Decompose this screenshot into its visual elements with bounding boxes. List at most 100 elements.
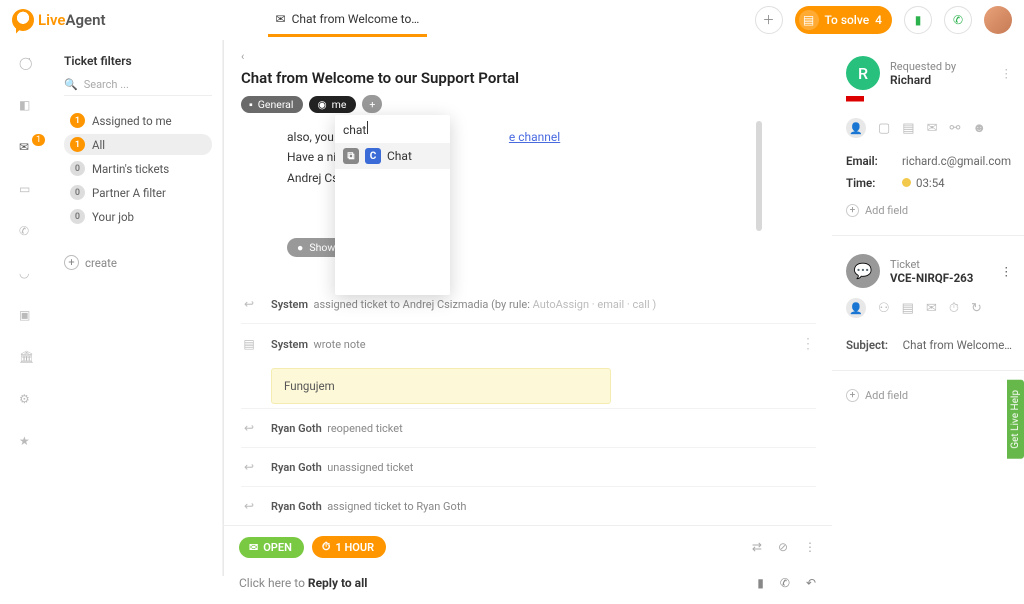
- ticket-menu[interactable]: ⋮: [1001, 264, 1013, 278]
- filter-yourjob[interactable]: 0Your job: [64, 206, 212, 227]
- clock-icon[interactable]: ⏱: [949, 301, 959, 316]
- star-icon[interactable]: ★: [19, 434, 37, 452]
- tag-icon[interactable]: ▤: [902, 121, 914, 136]
- folder-icon[interactable]: ▢: [878, 121, 890, 136]
- status-chat-icon[interactable]: ▮: [904, 6, 932, 34]
- more-icon[interactable]: ⋮: [804, 540, 816, 554]
- user-avatar[interactable]: [984, 6, 1012, 34]
- add-field-button-2[interactable]: +Add field: [846, 389, 1012, 402]
- dd-icon-a: ⧉: [343, 148, 359, 164]
- ticket-panel: ‹ Chat from Welcome to our Support Porta…: [222, 40, 832, 576]
- face-icon[interactable]: ☻: [972, 120, 986, 136]
- search-placeholder: Search ...: [84, 78, 129, 91]
- event-row: ↩Ryan Goth reopened ticket: [241, 408, 816, 447]
- person2-icon[interactable]: 👤: [846, 298, 866, 318]
- group-icon[interactable]: ⚇: [878, 301, 890, 316]
- link-icon[interactable]: ⚯: [950, 121, 961, 136]
- filter-list: 1Assigned to me 1All 0Martin's tickets 0…: [64, 110, 212, 227]
- get-live-help[interactable]: Get Live Help: [1007, 380, 1024, 459]
- apps-icon[interactable]: ◧: [19, 98, 37, 116]
- solve-label: To solve: [825, 13, 870, 27]
- top-bar: LiveAgent ✉ Chat from Welcome to… ＋ ▤ To…: [0, 0, 1024, 40]
- email-value: richard.c@gmail.com: [902, 154, 1011, 168]
- tag-add[interactable]: +: [362, 95, 382, 113]
- ticket-tags: ▪ General ◉ me +: [241, 95, 816, 113]
- filter-assigned[interactable]: 1Assigned to me: [64, 110, 212, 131]
- tag2-icon[interactable]: ▤: [902, 301, 914, 316]
- scroll-indicator[interactable]: [756, 121, 762, 231]
- add-button[interactable]: ＋: [755, 6, 783, 34]
- note-icon[interactable]: ▮: [757, 576, 764, 590]
- reply-area[interactable]: Click here to Reply to all ▮ ✆ ↶: [239, 576, 816, 590]
- solve-count: 4: [875, 13, 882, 27]
- filters-title: Ticket filters: [64, 54, 212, 68]
- mail3-icon[interactable]: ✉: [926, 301, 937, 316]
- requester-avatar[interactable]: R: [846, 56, 880, 90]
- person-icon[interactable]: 👤: [846, 118, 866, 138]
- tag-dropdown: chat ⧉ C Chat: [335, 115, 450, 295]
- event-note: Fungujem: [271, 368, 611, 404]
- logo-text-b: Agent: [66, 11, 106, 29]
- country-flag: [846, 96, 864, 107]
- status-hour[interactable]: ⏱ 1 HOUR: [312, 536, 386, 558]
- chat-icon[interactable]: ▭: [19, 182, 37, 200]
- event-row: ↩System assigned ticket to Andrej Csizma…: [241, 285, 816, 323]
- requester-menu[interactable]: ⋮: [1001, 66, 1013, 80]
- dd-icon-b: C: [365, 148, 381, 164]
- subject-value: Chat from Welcome…: [903, 338, 1012, 352]
- filters-sidebar: Ticket filters 🔍 Search ... 1Assigned to…: [56, 40, 222, 576]
- email-label: Email:: [846, 154, 902, 168]
- search-icon: 🔍: [64, 78, 78, 91]
- add-field-button[interactable]: +Add field: [846, 204, 1012, 217]
- filter-martin[interactable]: 0Martin's tickets: [64, 158, 212, 179]
- check-icon[interactable]: ⊘: [778, 540, 788, 554]
- history-icon[interactable]: ↻: [971, 301, 982, 316]
- ticket-label: Ticket: [890, 258, 973, 271]
- time-label: Time:: [846, 176, 902, 190]
- ticket-id: VCE-NIRQF-263: [890, 271, 973, 285]
- time-value: 03:54: [916, 176, 945, 190]
- create-filter[interactable]: +create: [64, 255, 212, 270]
- event-row: ↩Ryan Goth assigned ticket to Ryan Goth: [241, 486, 816, 525]
- solve-icon: ▤: [799, 10, 819, 30]
- active-tab[interactable]: ✉ Chat from Welcome to…: [268, 2, 428, 37]
- calls-icon[interactable]: ✆: [19, 224, 37, 242]
- channel-link[interactable]: e channel: [509, 130, 560, 144]
- forward-icon[interactable]: ↶: [806, 576, 816, 590]
- subject-label: Subject:: [846, 338, 902, 352]
- ticket-title: Chat from Welcome to our Support Portal: [241, 69, 816, 87]
- dashboard-icon[interactable]: ◯̇: [19, 56, 37, 74]
- tab-title: Chat from Welcome to…: [292, 12, 420, 26]
- mail2-icon[interactable]: ✉: [927, 121, 938, 136]
- logo[interactable]: LiveAgent: [12, 9, 106, 31]
- requester-block: R Requested by Richard ⋮: [846, 56, 1012, 90]
- tag-dropdown-input[interactable]: chat: [335, 115, 450, 143]
- to-solve-button[interactable]: ▤ To solve 4: [795, 6, 892, 34]
- requester-name: Richard: [890, 73, 956, 87]
- org-icon[interactable]: 🏛: [19, 350, 37, 368]
- tag-dropdown-item[interactable]: ⧉ C Chat: [335, 143, 450, 169]
- event-menu[interactable]: ⋮: [801, 336, 816, 352]
- tickets-badge: 1: [32, 134, 45, 146]
- transfer-icon[interactable]: ⇄: [752, 540, 762, 554]
- back-button[interactable]: ‹: [241, 50, 816, 63]
- ticket-actions: 👤 ⚇ ▤ ✉ ⏱ ↻: [846, 298, 1012, 318]
- tag-general[interactable]: ▪ General: [241, 96, 303, 113]
- phone-icon[interactable]: ✆: [780, 576, 790, 590]
- tickets-icon[interactable]: ✉1: [19, 140, 37, 158]
- tag-me[interactable]: ◉ me: [309, 96, 356, 113]
- settings-icon[interactable]: ⚙: [19, 392, 37, 410]
- logo-text-a: Live: [38, 11, 66, 29]
- status-phone-icon[interactable]: ✆: [944, 6, 972, 34]
- event-row: ▤System wrote note⋮: [241, 323, 816, 364]
- logo-icon: [12, 9, 34, 31]
- status-open[interactable]: ✉ OPEN: [239, 537, 304, 558]
- requested-by-label: Requested by: [890, 60, 956, 73]
- filters-search[interactable]: 🔍 Search ...: [64, 78, 212, 96]
- loading-icon[interactable]: ◡: [19, 266, 37, 284]
- filter-partner[interactable]: 0Partner A filter: [64, 182, 212, 203]
- nav-rail: ◯̇ ◧ ✉1 ▭ ✆ ◡ ▣ 🏛 ⚙ ★: [0, 40, 56, 576]
- filter-all[interactable]: 1All: [64, 134, 212, 155]
- contacts-icon[interactable]: ▣: [19, 308, 37, 326]
- requester-actions: 👤 ▢ ▤ ✉ ⚯ ☻: [846, 118, 1012, 138]
